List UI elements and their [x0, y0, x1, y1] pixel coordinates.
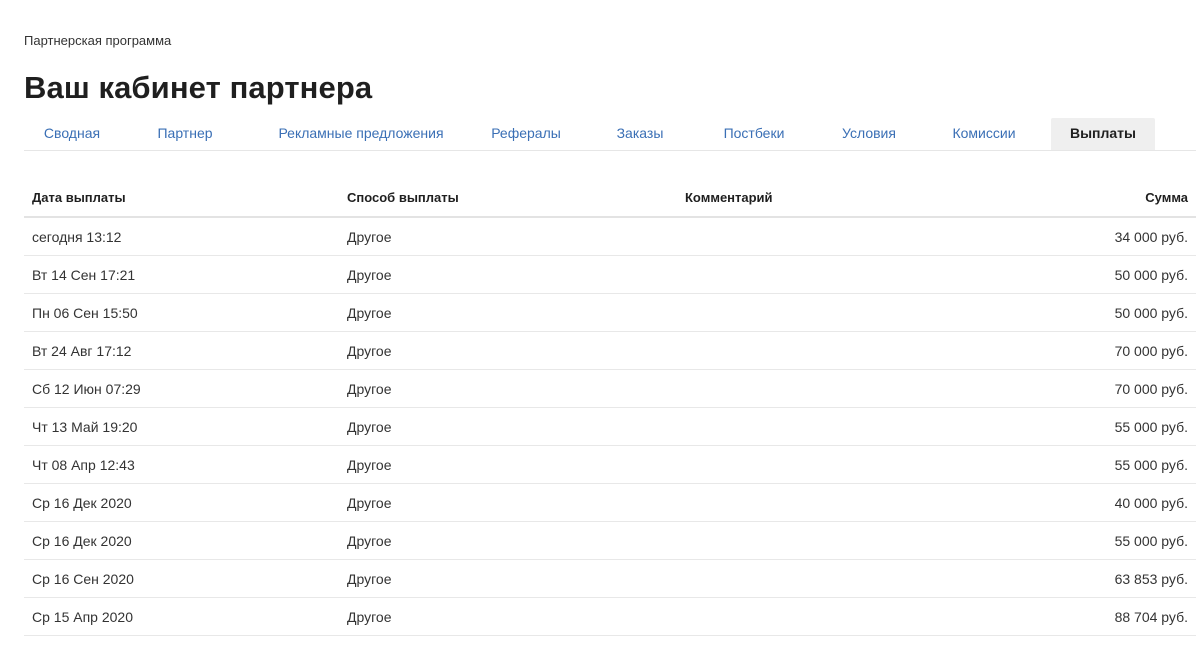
table-row: сегодня 13:12 Другое 34 000 руб. — [24, 217, 1196, 256]
payout-comment — [677, 331, 1017, 370]
payout-amount: 63 853 руб. — [1017, 559, 1196, 598]
table-header-row: Дата выплаты Способ выплаты Комментарий … — [24, 178, 1196, 218]
table-row: Сб 12 Июн 07:29 Другое 70 000 руб. — [24, 369, 1196, 408]
payout-date: Ср 15 Апр 2020 — [24, 597, 339, 636]
tab-bar: Сводная Партнер Рекламные предложения Ре… — [24, 118, 1196, 151]
payout-date: сегодня 13:12 — [24, 217, 339, 256]
payout-amount: 70 000 руб. — [1017, 369, 1196, 408]
tab-commissions[interactable]: Комиссии — [940, 118, 1028, 150]
payout-method: Другое — [339, 445, 677, 484]
payout-comment — [677, 255, 1017, 294]
tab-offers[interactable]: Рекламные предложения — [260, 118, 462, 150]
table-row: Чт 13 Май 19:20 Другое 55 000 руб. — [24, 407, 1196, 446]
payout-amount: 70 000 руб. — [1017, 331, 1196, 370]
payout-method: Другое — [339, 255, 677, 294]
payout-amount: 55 000 руб. — [1017, 407, 1196, 446]
column-header-date[interactable]: Дата выплаты — [24, 178, 339, 218]
column-header-method[interactable]: Способ выплаты — [339, 178, 677, 218]
payout-date: Чт 13 Май 19:20 — [24, 407, 339, 446]
payout-method: Другое — [339, 521, 677, 560]
payout-amount: 50 000 руб. — [1017, 255, 1196, 294]
tab-payouts[interactable]: Выплаты — [1051, 118, 1155, 150]
tab-referrals[interactable]: Рефералы — [484, 118, 568, 150]
page-title: Ваш кабинет партнера — [24, 70, 373, 105]
payout-amount: 34 000 руб. — [1017, 217, 1196, 256]
table-row: Ср 16 Дек 2020 Другое 40 000 руб. — [24, 483, 1196, 522]
payout-amount: 40 000 руб. — [1017, 483, 1196, 522]
payout-date: Пн 06 Сен 15:50 — [24, 293, 339, 332]
payout-method: Другое — [339, 293, 677, 332]
table-row: Ср 15 Апр 2020 Другое 88 704 руб. — [24, 597, 1196, 636]
payout-method: Другое — [339, 331, 677, 370]
payout-method: Другое — [339, 369, 677, 408]
payout-amount: 88 704 руб. — [1017, 597, 1196, 636]
payout-comment — [677, 559, 1017, 598]
payout-method: Другое — [339, 483, 677, 522]
payout-method: Другое — [339, 217, 677, 256]
table-row: Ср 16 Сен 2020 Другое 63 853 руб. — [24, 559, 1196, 598]
tab-conditions[interactable]: Условия — [830, 118, 908, 150]
payout-date: Ср 16 Дек 2020 — [24, 521, 339, 560]
breadcrumb[interactable]: Партнерская программа — [24, 33, 171, 48]
table-row: Вт 24 Авг 17:12 Другое 70 000 руб. — [24, 331, 1196, 370]
payout-comment — [677, 521, 1017, 560]
payout-method: Другое — [339, 597, 677, 636]
table-row: Чт 08 Апр 12:43 Другое 55 000 руб. — [24, 445, 1196, 484]
payout-method: Другое — [339, 559, 677, 598]
payouts-table: Дата выплаты Способ выплаты Комментарий … — [24, 178, 1196, 636]
payout-method: Другое — [339, 407, 677, 446]
payout-date: Вт 24 Авг 17:12 — [24, 331, 339, 370]
tab-postbacks[interactable]: Постбеки — [712, 118, 796, 150]
table-row: Ср 16 Дек 2020 Другое 55 000 руб. — [24, 521, 1196, 560]
payout-date: Чт 08 Апр 12:43 — [24, 445, 339, 484]
payout-date: Ср 16 Дек 2020 — [24, 483, 339, 522]
payout-comment — [677, 369, 1017, 408]
column-header-comment[interactable]: Комментарий — [677, 178, 1017, 218]
payout-date: Вт 14 Сен 17:21 — [24, 255, 339, 294]
payout-comment — [677, 217, 1017, 256]
payout-comment — [677, 597, 1017, 636]
payout-comment — [677, 483, 1017, 522]
tab-partner[interactable]: Партнер — [140, 118, 230, 150]
payout-amount: 50 000 руб. — [1017, 293, 1196, 332]
payout-date: Сб 12 Июн 07:29 — [24, 369, 339, 408]
payout-amount: 55 000 руб. — [1017, 521, 1196, 560]
tab-orders[interactable]: Заказы — [608, 118, 672, 150]
payout-comment — [677, 407, 1017, 446]
tab-summary[interactable]: Сводная — [24, 118, 120, 150]
table-row: Вт 14 Сен 17:21 Другое 50 000 руб. — [24, 255, 1196, 294]
table-row: Пн 06 Сен 15:50 Другое 50 000 руб. — [24, 293, 1196, 332]
column-header-amount[interactable]: Сумма — [1017, 178, 1196, 218]
payout-comment — [677, 445, 1017, 484]
payout-amount: 55 000 руб. — [1017, 445, 1196, 484]
payout-date: Ср 16 Сен 2020 — [24, 559, 339, 598]
payout-comment — [677, 293, 1017, 332]
